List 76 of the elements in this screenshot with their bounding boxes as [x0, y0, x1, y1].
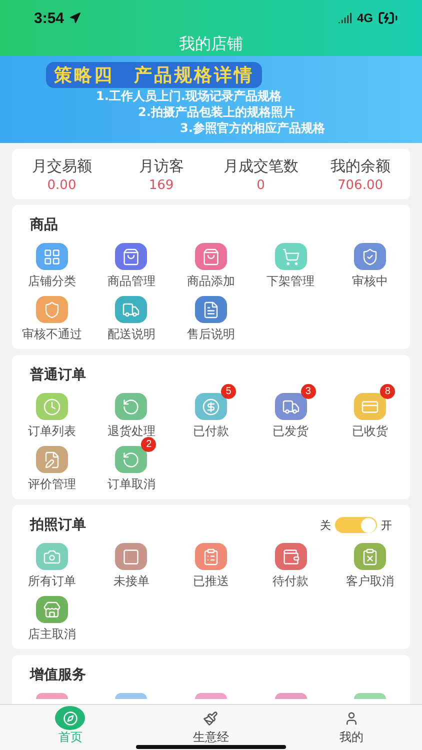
service-icon[interactable] [194, 693, 227, 699]
stat-label: 月成交笔数 [223, 157, 298, 176]
edit-icon[interactable] [36, 446, 68, 473]
count-badge: 8 [380, 384, 396, 399]
stat-value: 169 [148, 178, 174, 193]
nav-tab[interactable]: 生意经 [140, 705, 282, 750]
menu-label[interactable]: 已发货 [272, 423, 309, 440]
nav-tab[interactable]: 我的 [281, 705, 422, 750]
menu-label[interactable]: 客户取消 [346, 573, 394, 590]
clipboard-icon[interactable] [194, 543, 227, 570]
toggle-label: 开 [381, 518, 392, 532]
count-badge: 5 [220, 384, 236, 399]
clipboard-icon[interactable] [354, 543, 386, 570]
signal-icon [338, 11, 352, 25]
store-icon[interactable] [36, 596, 68, 623]
menu-label[interactable]: 店主取消 [28, 626, 76, 643]
section-title: 增值服务 [30, 666, 86, 684]
stat-value: 706.00 [338, 178, 383, 193]
menu-label[interactable]: 已推送 [192, 573, 229, 590]
section-title: 商品 [30, 216, 58, 234]
stat-label: 我的余额 [330, 157, 390, 176]
banner-text: 1.工作人员上门.现场记录产品规格 [96, 88, 282, 104]
menu-label[interactable]: 退货处理 [107, 423, 156, 440]
menu-label[interactable]: 评价管理 [28, 476, 76, 493]
stat-value: 0.00 [47, 178, 76, 193]
truck-icon[interactable] [115, 296, 148, 323]
service-icon[interactable] [36, 693, 68, 699]
menu-label[interactable]: 订单列表 [28, 423, 76, 440]
section-title: 拍照订单 [30, 516, 86, 534]
menu-label[interactable]: 所有订单 [28, 573, 76, 590]
return-icon[interactable] [115, 393, 148, 420]
menu-label[interactable]: 售后说明 [186, 326, 235, 343]
stat-label: 月交易额 [32, 157, 92, 176]
service-icon[interactable] [354, 693, 386, 699]
menu-label[interactable]: 未接单 [113, 573, 150, 590]
menu-label[interactable]: 已付款 [192, 423, 229, 440]
grid-icon[interactable] [36, 243, 68, 270]
service-icon[interactable] [274, 693, 307, 699]
menu-label[interactable]: 店铺分类 [28, 273, 76, 290]
coin-icon[interactable] [194, 393, 227, 420]
section-title: 普通订单 [30, 366, 86, 384]
menu-label[interactable]: 待付款 [272, 573, 309, 590]
count-badge: 3 [300, 384, 316, 399]
wallet-icon[interactable] [274, 543, 307, 570]
bag-icon[interactable] [194, 243, 227, 270]
service-icon[interactable] [115, 693, 148, 699]
bag-icon[interactable] [115, 243, 148, 270]
clock-icon[interactable] [36, 393, 68, 420]
status-time: 3:54 [34, 10, 64, 26]
camera-icon[interactable] [36, 543, 68, 570]
menu-label[interactable]: 下架管理 [266, 273, 315, 290]
menu-label[interactable]: 商品管理 [107, 273, 156, 290]
cart-icon[interactable] [274, 243, 307, 270]
menu-label[interactable]: 已收货 [352, 423, 388, 440]
count-badge: 2 [141, 437, 156, 452]
menu-label[interactable]: 配送说明 [107, 326, 156, 343]
shield-icon[interactable] [354, 243, 386, 270]
menu-label[interactable]: 订单取消 [107, 476, 156, 493]
menu-label[interactable]: 商品添加 [186, 273, 235, 290]
toggle-switch[interactable] [335, 517, 377, 533]
menu-label[interactable]: 审核不通过 [22, 326, 82, 343]
location-icon [69, 12, 82, 24]
banner-text: 3.参照官方的相应产品规格 [180, 120, 325, 136]
card-icon[interactable] [354, 393, 386, 420]
menu-label[interactable]: 审核中 [352, 273, 388, 290]
document-icon[interactable] [194, 296, 227, 323]
banner-text: 2.拍摄产品包装上的规格照片 [138, 104, 295, 120]
stat-label: 月访客 [138, 157, 184, 176]
stat-value: 0 [256, 178, 265, 193]
return-icon[interactable] [115, 446, 148, 473]
toggle-label: 关 [320, 518, 331, 532]
banner-title: 策略四 产品规格详情 [46, 62, 262, 88]
shield-icon[interactable] [36, 296, 68, 323]
network-label: 4G [356, 11, 373, 25]
page-title: 我的店铺 [178, 34, 244, 55]
truck-icon[interactable] [274, 393, 307, 420]
